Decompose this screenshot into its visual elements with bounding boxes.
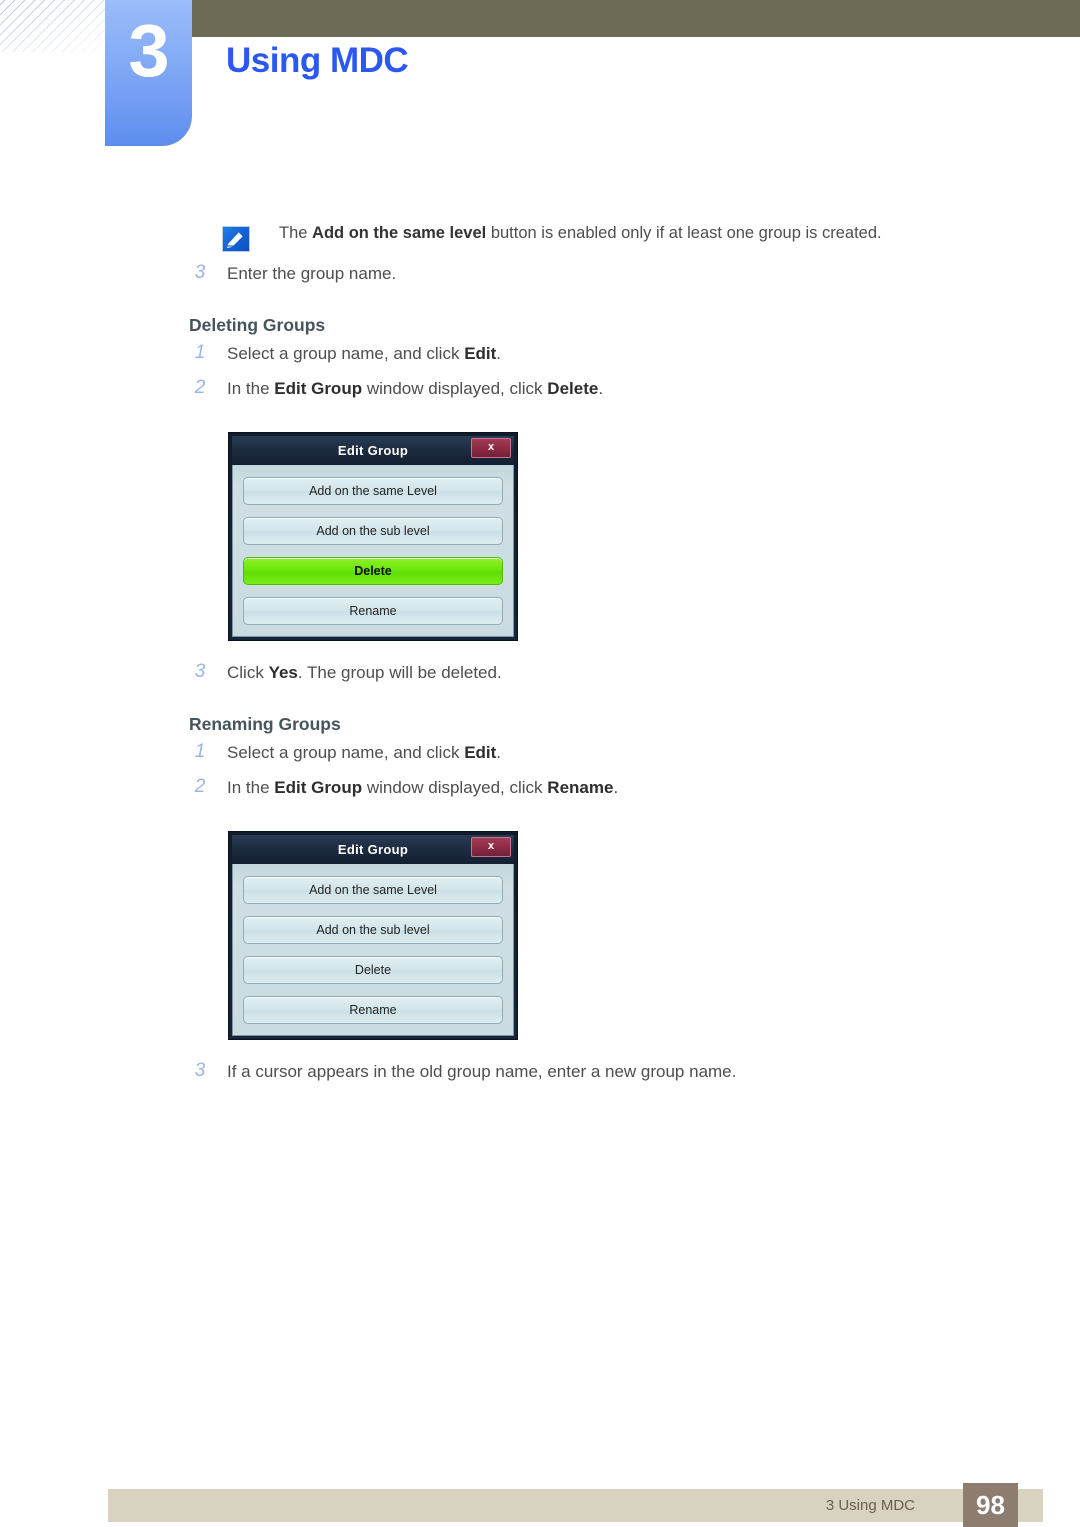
page-content: The Add on the same level button is enab… — [0, 222, 1080, 1095]
note-text-after: button is enabled only if at least one g… — [486, 224, 882, 242]
section-heading-renaming-groups: Renaming Groups — [189, 714, 341, 734]
note-callout: The Add on the same level button is enab… — [222, 222, 1080, 262]
edit-group-dialog: Edit Group x Add on the same Level Add o… — [228, 432, 518, 641]
chapter-number: 3 — [128, 9, 169, 92]
step-text: If a cursor appears in the old group nam… — [227, 1062, 737, 1081]
step-item: 1 Select a group name, and click Edit. — [189, 741, 1080, 776]
add-on-sub-level-button[interactable]: Add on the sub level — [243, 916, 503, 944]
delete-button[interactable]: Delete — [243, 956, 503, 984]
step-number: 2 — [194, 377, 206, 398]
step-number: 1 — [194, 741, 206, 762]
dialog-body: Add on the same Level Add on the sub lev… — [232, 864, 514, 1036]
dialog-body: Add on the same Level Add on the sub lev… — [232, 465, 514, 637]
step-item: 3 Enter the group name. — [189, 262, 1080, 297]
note-pencil-icon — [222, 226, 250, 252]
edit-group-dialog: Edit Group x Add on the same Level Add o… — [228, 831, 518, 1040]
add-on-same-level-button[interactable]: Add on the same Level — [243, 477, 503, 505]
step-text: Click Yes. The group will be deleted. — [227, 663, 502, 682]
close-icon[interactable]: x — [471, 438, 511, 458]
step-item: 3 Click Yes. The group will be deleted. — [189, 661, 1080, 696]
step-text: Select a group name, and click Edit. — [227, 743, 502, 762]
close-icon[interactable]: x — [471, 837, 511, 857]
step-number: 3 — [194, 1060, 206, 1081]
dialog-titlebar: Edit Group x — [232, 835, 514, 864]
page-number-box: 98 — [963, 1483, 1018, 1527]
step-item: 3 If a cursor appears in the old group n… — [189, 1060, 1080, 1095]
delete-button[interactable]: Delete — [243, 557, 503, 585]
step-number: 2 — [194, 776, 206, 797]
note-text-before: The — [279, 224, 313, 242]
step-number: 1 — [194, 342, 206, 363]
footer-chapter-label: 3 Using MDC — [825, 1497, 915, 1514]
add-on-sub-level-button[interactable]: Add on the sub level — [243, 517, 503, 545]
step-text: Select a group name, and click Edit. — [227, 344, 502, 363]
page-title: Using MDC — [226, 41, 409, 80]
step-text: Enter the group name. — [227, 264, 397, 283]
step-text: In the Edit Group window displayed, clic… — [227, 379, 604, 398]
step-number: 3 — [194, 262, 206, 283]
edit-group-dialog-figure: Edit Group x Add on the same Level Add o… — [228, 432, 518, 641]
rename-button[interactable]: Rename — [243, 996, 503, 1024]
step-number: 3 — [194, 661, 206, 682]
note-text-bold: Add on the same level — [312, 224, 487, 242]
section-heading-deleting-groups: Deleting Groups — [189, 315, 326, 335]
chapter-number-tab: 3 — [105, 0, 192, 146]
step-item: 2 In the Edit Group window displayed, cl… — [189, 377, 1080, 412]
chapter-header-bar — [192, 0, 1080, 37]
page-footer-bar: 3 Using MDC — [108, 1489, 1043, 1522]
step-item: 2 In the Edit Group window displayed, cl… — [189, 776, 1080, 811]
add-on-same-level-button[interactable]: Add on the same Level — [243, 876, 503, 904]
rename-button[interactable]: Rename — [243, 597, 503, 625]
dialog-titlebar: Edit Group x — [232, 436, 514, 465]
note-text: The Add on the same level button is enab… — [279, 224, 882, 243]
edit-group-dialog-figure: Edit Group x Add on the same Level Add o… — [228, 831, 518, 1040]
step-text: In the Edit Group window displayed, clic… — [227, 778, 619, 797]
step-item: 1 Select a group name, and click Edit. — [189, 342, 1080, 377]
